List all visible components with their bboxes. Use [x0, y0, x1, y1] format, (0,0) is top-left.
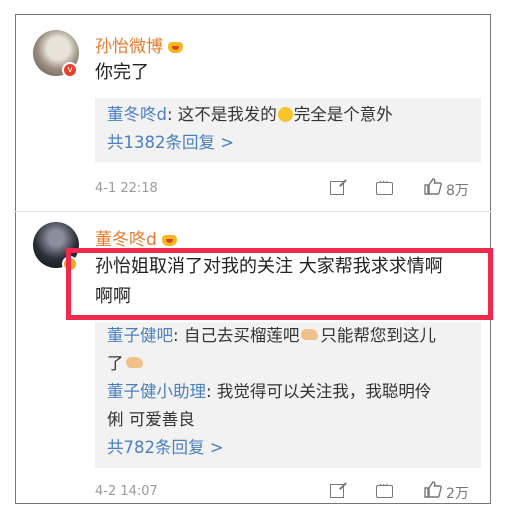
reply-line[interactable]: 董子健吧: 自己去买榴莲吧 只能帮您到这儿 — [95, 322, 481, 350]
reply-box: 董子健吧: 自己去买榴莲吧 只能帮您到这儿 了 董子健小助理: 我觉得可以关注我，… — [95, 322, 481, 468]
reply-username[interactable]: 董冬咚d — [107, 105, 167, 124]
reply-line-continued: 俐 可爱善良 — [107, 410, 195, 429]
hand-emoji-icon — [125, 357, 143, 368]
like-count: 2万 — [446, 486, 469, 502]
reply-line[interactable]: 了 — [95, 350, 481, 378]
highlight-box — [66, 248, 493, 320]
crown-icon — [161, 231, 178, 246]
reply-username[interactable]: 董子健吧 — [107, 326, 173, 345]
comment-username[interactable]: 董冬咚d — [95, 225, 178, 250]
reply-username[interactable]: 董子健小助理 — [107, 382, 206, 401]
more-replies-link[interactable]: 共782条回复 > — [95, 434, 481, 462]
like-icon[interactable] — [424, 481, 442, 498]
timestamp: 4-1 22:18 — [95, 181, 158, 196]
more-replies-link[interactable]: 共1382条回复 > — [95, 129, 481, 157]
reply-line[interactable]: 董子健小助理: 我觉得可以关注我，我聪明伶 — [95, 378, 481, 406]
comment-icon[interactable] — [376, 480, 393, 498]
smile-emoji-icon — [277, 107, 293, 122]
verified-badge-icon: v — [62, 62, 78, 78]
share-icon[interactable] — [330, 181, 344, 195]
like-count: 8万 — [446, 183, 469, 199]
share-icon[interactable] — [330, 484, 344, 498]
like-icon[interactable] — [424, 178, 442, 195]
crown-icon — [167, 38, 184, 53]
divider — [15, 211, 491, 212]
comment-icon[interactable] — [376, 177, 393, 195]
reply-line[interactable]: 董冬咚d: 这不是我发的 完全是个意外 — [95, 98, 481, 129]
timestamp: 4-2 14:07 — [95, 484, 158, 499]
comment-text: 你完了 — [95, 62, 149, 83]
comment-username[interactable]: 孙怡微博 — [95, 32, 184, 57]
hand-emoji-icon — [301, 329, 319, 340]
reply-box: 董冬咚d: 这不是我发的 完全是个意外 共1382条回复 > — [95, 98, 481, 162]
